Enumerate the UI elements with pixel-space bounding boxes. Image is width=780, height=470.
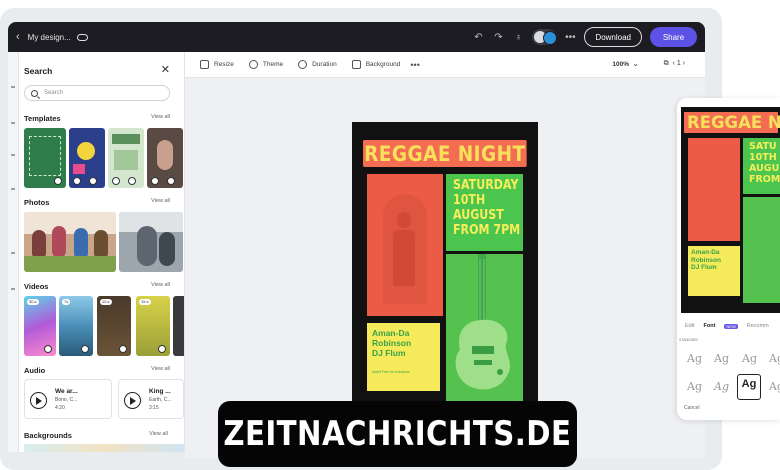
view-all-link[interactable]: View all [151,114,170,120]
play-icon[interactable] [30,392,47,409]
undo-icon[interactable]: ↶ [472,32,484,43]
photo-thumb[interactable] [119,212,183,272]
rail-item-icon[interactable] [11,86,15,88]
new-badge: NEW [724,323,738,329]
search-icon [31,89,38,97]
duration-button[interactable]: Duration [298,60,337,69]
preview-photo [688,138,740,241]
audio-title: We ar... [55,388,78,395]
page-counter[interactable]: ⧉ ‹ 1 › [664,60,685,68]
search-placeholder: Search [44,90,64,96]
background-button[interactable]: Background [351,60,400,69]
chevron-down-icon[interactable]: ⌄ [632,59,639,68]
template-thumb[interactable] [69,128,105,188]
view-all-link[interactable]: View all [151,366,170,372]
photo-thumb[interactable] [24,212,116,272]
video-thumb[interactable]: 30.s [24,296,56,356]
section-audio: Audio [24,366,46,375]
audio-duration: 3:15 [149,405,159,411]
font-option[interactable]: Ag [714,352,729,365]
download-button[interactable]: Download [584,27,642,47]
poster-photo-guitar[interactable] [446,254,523,402]
resize-icon [200,60,209,69]
video-thumb[interactable] [173,296,184,356]
font-panel-tabs: Edit Font NEW Recomm [685,323,769,329]
tab-recommended[interactable]: Recomm [747,323,769,329]
rail-item-icon[interactable] [11,122,15,124]
tab-font[interactable]: Font [703,323,715,329]
font-option[interactable]: Ag [769,380,780,393]
poster-title[interactable]: REGGAE NIGHT [363,140,527,167]
template-thumb[interactable] [147,128,183,188]
theme-button[interactable]: Theme [248,60,283,69]
more-icon[interactable]: ••• [410,60,419,70]
font-panel: REGGAE NI SATU 10TH AUGU FROM Aman-Da Ro… [677,98,780,420]
tab-edit[interactable]: Edit [685,323,694,329]
font-option[interactable]: Ag [687,352,702,365]
audio-card[interactable]: King ... Earth, C... 3:15 [118,379,184,419]
video-thumb[interactable]: 7s [59,296,93,356]
section-videos: Videos [24,282,49,291]
share-button[interactable]: Share [650,27,697,47]
preview-performers: Aman-Da Robinson DJ Flum [688,246,740,296]
more-icon[interactable]: ••• [564,32,576,43]
chevron-left-icon[interactable]: ‹ [16,31,20,43]
play-icon[interactable] [124,392,141,409]
screenshot: ‹ My design... ↶ ↷ ♁ ••• Download Share … [0,0,780,470]
side-rail [8,52,19,452]
watermark-text: ZEITNACHRICHTS.DE [223,414,572,454]
poster-performers[interactable]: Aman-Da Robinson DJ Flum Admit Free for … [367,323,440,391]
background-thumbs[interactable] [24,444,184,452]
zoom-level[interactable]: 100% [612,61,629,68]
video-thumb[interactable]: 10.s [97,296,131,356]
standard-label: STANDARD [679,338,698,342]
audio-artist: Bono, C... [55,397,78,403]
section-templates: Templates [24,114,61,123]
rail-item-icon[interactable] [11,154,15,156]
avatar[interactable] [532,29,558,45]
cancel-link[interactable]: Cancel [684,405,700,411]
audio-artist: Earth, C... [149,397,172,403]
video-thumb[interactable]: 15.s [136,296,170,356]
rail-item-icon[interactable] [11,252,15,254]
font-option[interactable]: Ag [742,352,757,365]
audio-card[interactable]: We ar... Bono, C... 4:20 [24,379,112,419]
design-title[interactable]: My design... [28,33,71,42]
lightbulb-icon[interactable]: ♁ [512,32,524,43]
template-thumb[interactable] [108,128,144,188]
redo-icon[interactable]: ↷ [492,32,504,43]
top-bar: ‹ My design... ↶ ↷ ♁ ••• Download Share [8,22,705,52]
preview-date: SATU 10TH AUGU FROM [743,138,780,194]
panel-title: Search [24,66,53,76]
rail-item-icon[interactable] [11,288,15,290]
poster-date[interactable]: SATURDAY 10TH AUGUST FROM 7PM [446,174,523,251]
font-option[interactable]: Ag [714,380,729,393]
font-option[interactable]: Ag [769,352,780,365]
audio-duration: 4:20 [55,405,65,411]
search-input[interactable]: Search [24,85,170,101]
rail-item-icon[interactable] [11,188,15,190]
theme-icon [248,60,258,69]
watermark-banner: ZEITNACHRICHTS.DE [218,401,577,467]
font-option[interactable]: Ag [687,380,702,393]
template-thumb[interactable] [24,128,66,188]
poster-photo-singer[interactable] [367,174,443,316]
close-icon[interactable]: ✕ [161,63,170,76]
top-bar-actions: ↶ ↷ ♁ ••• Download Share [472,27,697,47]
background-icon [351,60,361,69]
view-all-link[interactable]: View all [151,198,170,204]
font-option-selected[interactable]: Ag [737,374,761,400]
preview-title: REGGAE NI [684,112,780,133]
section-photos: Photos [24,198,50,207]
clock-icon [298,60,308,69]
view-all-link[interactable]: View all [151,282,170,288]
audio-title: King ... [149,388,171,395]
preview-guitar [743,197,780,303]
section-backgrounds: Backgrounds [24,431,72,440]
cloud-icon [76,33,88,41]
editor-toolbar: Resize Theme Duration Background ••• 100… [185,52,705,78]
poster-page[interactable]: REGGAE NIGHT SATURDAY 10TH AUGUST FROM 7… [352,122,538,408]
resize-button[interactable]: Resize [200,60,234,69]
